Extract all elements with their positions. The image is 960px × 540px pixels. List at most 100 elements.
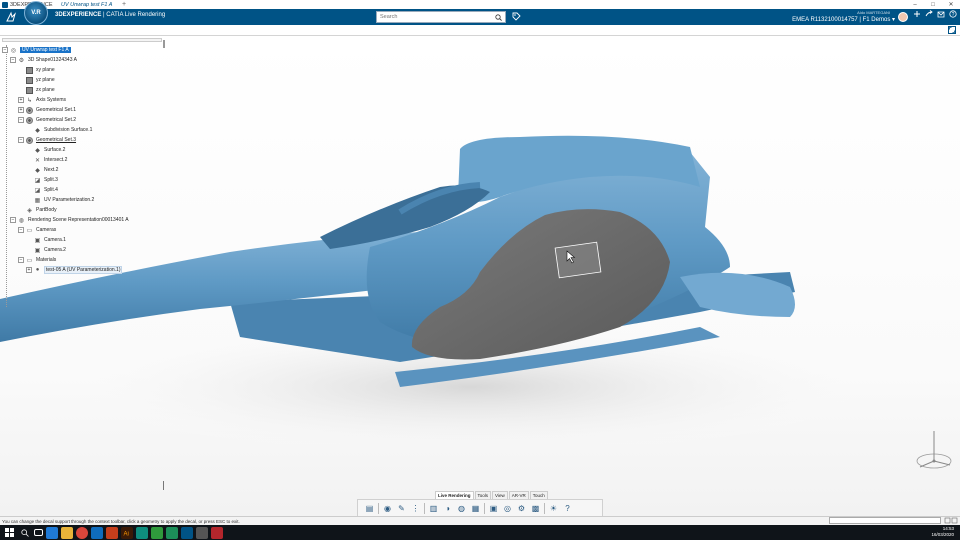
tree-node-label: Axis Systems [36,97,67,103]
add-icon[interactable] [913,10,921,20]
action-bar: ▤ ◉ ✎ ⋮ ▥ ◑ ◍ ▦ ▣ ◎ ⚙ ▩ ☀? [357,499,603,516]
tab-uv-unwrap[interactable]: UV Unwrap test F1 A [56,0,118,11]
tree-node[interactable]: xy plane [2,65,167,75]
tree-node[interactable]: zx plane [2,85,167,95]
environment-icon[interactable]: ◍ [456,503,467,514]
render-icon[interactable]: ▤ [364,503,375,514]
taskview-icon[interactable] [34,529,43,536]
tree-node-label: PartBody [36,207,57,213]
help-icon[interactable]: ? [562,503,573,514]
tree-collapse-icon[interactable]: − [18,257,24,263]
material-icon[interactable]: ▦ [470,503,481,514]
axis-compass-widget[interactable] [914,427,954,477]
tree-collapse-icon[interactable]: − [18,137,24,143]
system-clock[interactable]: 14:53 16/03/2020 [931,526,954,538]
settings-icon[interactable]: ⚙ [516,503,527,514]
intersect-icon: ✕ [34,157,41,164]
app-green-icon[interactable] [166,526,178,539]
tree-node[interactable]: yz plane [2,75,167,85]
tree-collapse-icon[interactable]: − [10,217,16,223]
tree-node[interactable]: ◪ Split.4 [2,185,167,195]
decal-icon[interactable]: ✎ [396,503,407,514]
tree-filter-bar[interactable] [2,38,162,42]
tree-node[interactable]: + ◉ Geometrical Set.1 [2,105,167,115]
camtasia-icon[interactable] [151,526,163,539]
help-icon[interactable]: ? [949,10,957,20]
geoset-icon: ◉ [26,116,33,124]
scene-icon[interactable]: ▩ [530,503,541,514]
tree-expand-icon[interactable]: + [18,107,24,113]
color-icon[interactable]: ◑ [442,503,453,514]
tree-node[interactable]: − ◍ Rendering Scene Representation00013401… [2,215,167,225]
toolbar-separator [484,502,485,514]
app-teal-icon[interactable] [136,526,148,539]
outlook-icon[interactable] [91,526,103,539]
tree-collapse-icon[interactable]: − [10,57,16,63]
tree-node[interactable]: ◈ PartBody [2,205,167,215]
user-block[interactable]: Aldo MARTEGANI EMEA R1132100014757 | F1 … [780,10,895,25]
tree-node[interactable]: ◪ Split.3 [2,175,167,185]
tree-node[interactable]: − ◉ Geometrical Set.2 [2,115,167,125]
tree-node[interactable]: − ◉ Geometrical Set.3 [2,135,167,145]
document-tab-bar [0,25,960,36]
compass-button[interactable]: V.R [24,1,48,25]
window-title-bar: 3DEXPERIENCE – □ ✕ [0,0,960,9]
tree-node[interactable]: − ▭ Materials [2,255,167,265]
sphere-icon[interactable]: ◉ [382,503,393,514]
tree-scrollbar-end[interactable] [163,481,164,490]
illustrator-icon[interactable]: Ai [121,526,133,539]
tree-node[interactable]: ▣ Camera.1 [2,235,167,245]
3dexperience-taskbar-icon[interactable] [181,526,193,539]
tree-node[interactable]: − ⚙ 3D Shape01324343 A [2,55,167,65]
plane-icon [26,76,33,84]
taskbar-search-icon[interactable] [19,527,31,539]
communicate-icon[interactable] [937,10,945,20]
tree-expand-icon[interactable]: + [26,267,32,273]
tree-node[interactable]: ◆ Subdivision Surface.1 [2,125,167,135]
collaborative-space[interactable]: EMEA R1132100014757 | F1 Demos ▾ [780,16,895,23]
tree-collapse-icon[interactable]: − [2,47,8,53]
tree-node[interactable]: ▦ UV Parameterization.2 [2,195,167,205]
tree-node[interactable]: ▣ Camera.2 [2,245,167,255]
tree-collapse-icon[interactable]: − [18,117,24,123]
tree-node[interactable]: − ◎ UV Unwrap test F1 A [2,45,167,55]
add-tab-button[interactable]: + [122,1,126,8]
edge-icon[interactable] [46,526,58,539]
status-close-icon[interactable] [944,517,958,524]
ds-logo-icon[interactable] [4,10,18,24]
camera-icon[interactable]: ▣ [488,503,499,514]
avatar[interactable] [898,12,908,22]
layer-icon[interactable]: ▥ [428,503,439,514]
tree-node-label: yz plane [36,77,55,83]
tree-node[interactable]: + ↳ Axis Systems [2,95,167,105]
tree-node[interactable]: ✕ Intersect.2 [2,155,167,165]
dots-icon[interactable]: ⋮ [410,503,421,514]
light-icon[interactable]: ☀ [548,503,559,514]
tree-node[interactable]: − ▭ Cameras [2,225,167,235]
tree-node[interactable]: ◆ Next.2 [2,165,167,175]
windows-start-icon[interactable] [2,526,16,540]
globe-icon[interactable]: ◎ [502,503,513,514]
search-icon[interactable] [492,12,504,22]
command-input[interactable] [829,517,941,524]
app-gray-icon[interactable] [196,526,208,539]
close-button[interactable]: ✕ [942,0,960,9]
tree-node[interactable]: ◆ Surface.2 [2,145,167,155]
3d-viewport[interactable]: − ◎ UV Unwrap test F1 A − ⚙ 3D Shape01324343 … [0,37,960,516]
minimize-button[interactable]: – [906,0,924,9]
brand-name: 3DEXPERIENCE [55,12,102,18]
tree-collapse-icon[interactable]: − [18,227,24,233]
surface-icon: ◆ [35,127,40,134]
share-icon[interactable] [925,10,933,20]
maximize-button[interactable]: □ [924,0,942,9]
tree-node[interactable]: + ● test-05 A (UV Parameterization.1) [2,265,167,275]
tag-icon[interactable] [512,12,521,23]
chrome-icon[interactable] [76,526,88,539]
powerpoint-icon[interactable] [106,526,118,539]
explorer-icon[interactable] [61,526,73,539]
maximize-view-icon[interactable] [948,26,956,34]
search-input[interactable] [377,12,492,22]
app-red-icon[interactable] [211,526,223,539]
tree-expand-icon[interactable]: + [18,97,24,103]
decal-placement-handle[interactable] [554,241,602,279]
